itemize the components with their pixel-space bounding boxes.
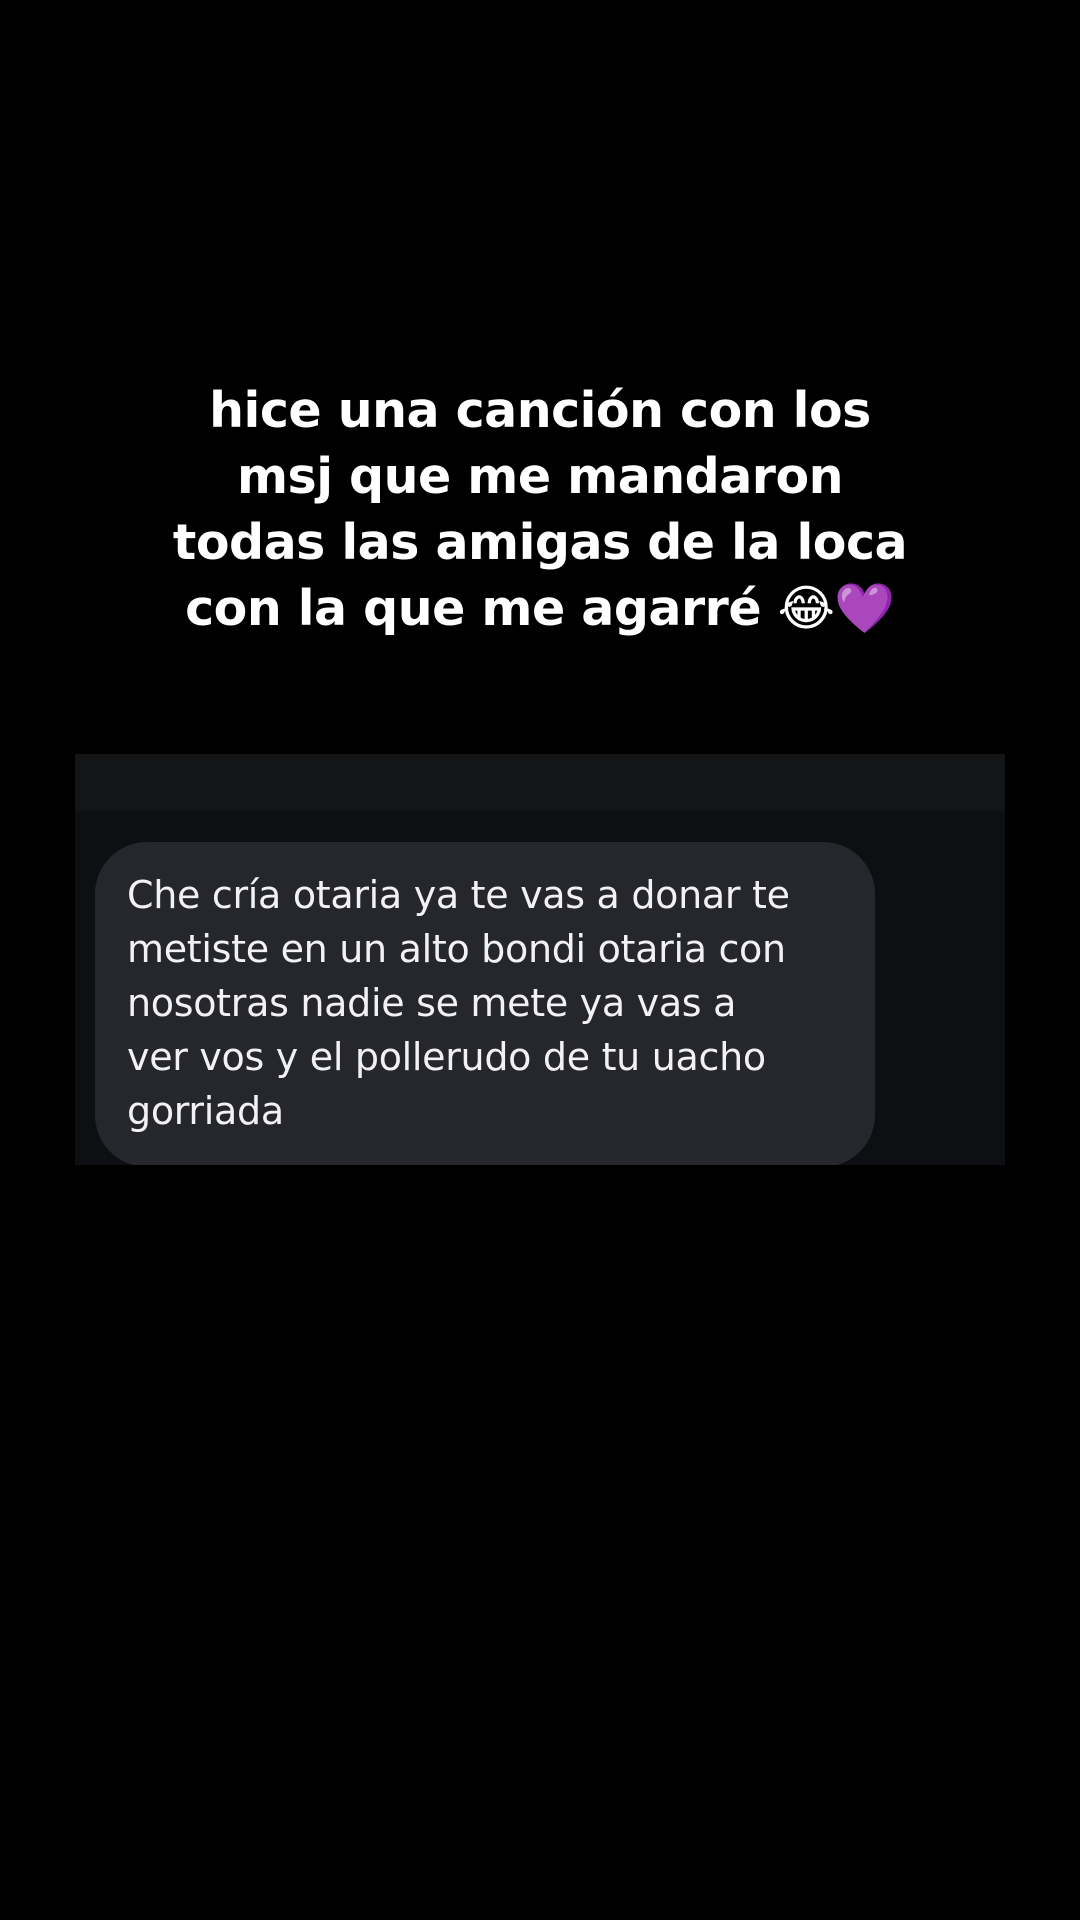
- caption-line: todas las amigas de la loca: [172, 514, 908, 571]
- received-message-bubble: Che cría otaria ya te vas a donar te met…: [95, 842, 875, 1165]
- message-line: Che cría otaria ya te vas a donar te: [127, 873, 790, 917]
- video-caption: hice una canción con los msj que me mand…: [140, 378, 940, 642]
- caption-line: con la que me agarré 😂💜: [185, 580, 895, 637]
- message-line: metiste en un alto bondi otaria con: [127, 927, 786, 971]
- chat-screenshot: Che cría otaria ya te vas a donar te met…: [75, 754, 1005, 1165]
- message-text: Che cría otaria ya te vas a donar te met…: [127, 868, 847, 1138]
- message-line: ver vos y el pollerudo de tu uacho: [127, 1035, 766, 1079]
- caption-line: msj que me mandaron: [236, 448, 844, 505]
- caption-line: hice una canción con los: [209, 382, 871, 439]
- message-line: gorriada: [127, 1089, 284, 1133]
- message-line: nosotras nadie se mete ya vas a: [127, 981, 737, 1025]
